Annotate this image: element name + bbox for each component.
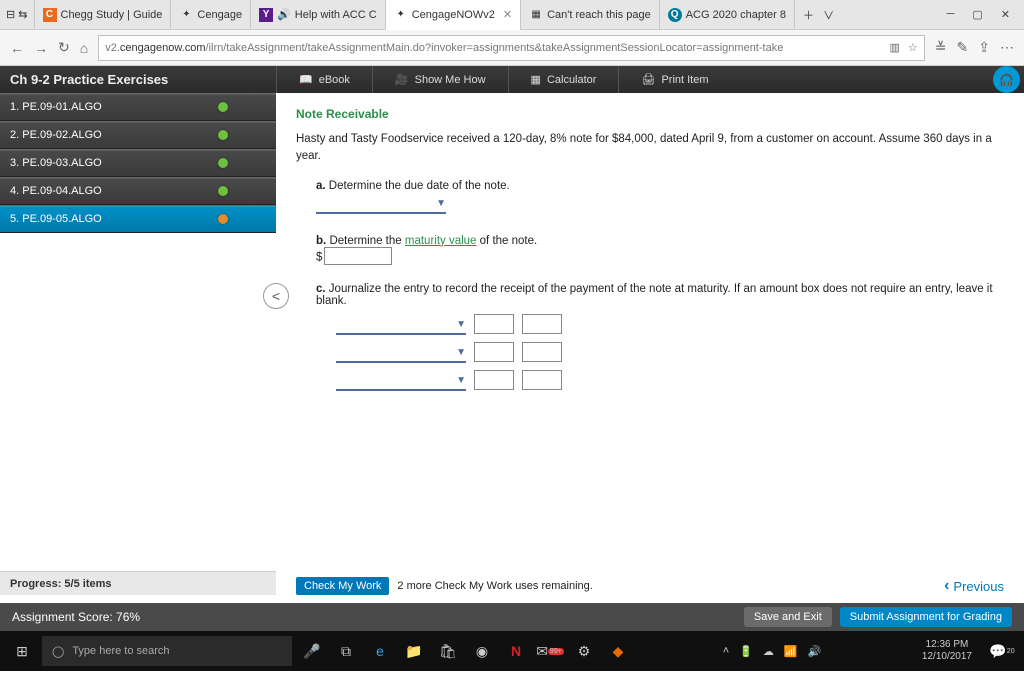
sidebar-item-5[interactable]: 5. PE.09-05.ALGO [0,205,276,233]
edge-icon[interactable]: e [366,637,394,665]
browser-tabs: ⊟ ⇆ CChegg Study | Guide ✦Cengage Y🔊Help… [0,0,1024,30]
journal-account-1[interactable] [336,317,466,335]
score-bar: Assignment Score: 76% Save and Exit Subm… [0,603,1024,631]
close-window-icon[interactable]: ✕ [1001,8,1010,21]
onedrive-icon[interactable]: ☁ [763,645,774,658]
question-intro: Hasty and Tasty Foodservice received a 1… [296,131,1004,166]
journal-debit-2[interactable] [474,342,514,362]
previous-button[interactable]: ‹Previous [944,577,1004,595]
part-a: a. Determine the due date of the note. [316,180,1004,217]
journal-credit-2[interactable] [522,342,562,362]
url-input[interactable]: v2.cengagenow.com/ilrn/takeAssignment/ta… [98,35,925,61]
sidebar-item-3[interactable]: 3. PE.09-03.ALGO [0,149,276,177]
notifications-icon[interactable]: 💬20 [988,637,1016,665]
maturity-value-input[interactable] [324,247,392,265]
part-c: c. Journalize the entry to record the re… [316,283,1004,391]
maximize-icon[interactable]: ▢ [972,8,982,21]
app-icon-1[interactable]: ◉ [468,637,496,665]
part-b: b. Determine the maturity value of the n… [316,235,1004,265]
battery-icon[interactable]: 🔋 [739,645,753,658]
tab-error[interactable]: ▦Can't reach this page [521,0,660,30]
ebook-button[interactable]: 📖eBook [276,66,372,93]
sidebar-item-1[interactable]: 1. PE.09-01.ALGO [0,93,276,121]
sidebar-item-2[interactable]: 2. PE.09-02.ALGO [0,121,276,149]
journal-debit-1[interactable] [474,314,514,334]
forward-icon[interactable]: → [34,40,48,56]
home-icon[interactable]: ⌂ [80,40,88,56]
progress-label: Progress: 5/5 items [0,571,276,595]
journal-account-3[interactable] [336,373,466,391]
search-icon: ◯ [52,645,64,658]
journal-account-2[interactable] [336,345,466,363]
tab-chegg[interactable]: CChegg Study | Guide [35,0,172,30]
start-icon[interactable]: ⊞ [8,637,36,665]
mail-icon[interactable]: ✉99+ [536,637,564,665]
maturity-value-term[interactable]: maturity value [405,235,477,247]
settings-icon[interactable]: ⚙ [570,637,598,665]
windows-taskbar: ⊞ ◯Type here to search 🎤 ⧉ e 📁 🛍 ◉ N ✉99… [0,631,1024,671]
question-title: Note Receivable [296,107,1004,121]
video-icon: 🎥 [395,73,409,86]
store-icon[interactable]: 🛍 [434,637,462,665]
show-me-how-button[interactable]: 🎥Show Me How [372,66,508,93]
journal-debit-3[interactable] [474,370,514,390]
sidebar-item-4[interactable]: 4. PE.09-04.ALGO [0,177,276,205]
tab-acg[interactable]: QACG 2020 chapter 8 [660,0,795,30]
book-icon: 📖 [299,73,313,86]
check-remaining-text: 2 more Check My Work uses remaining. [397,580,592,592]
assignment-header: Ch 9-2 Practice Exercises 📖eBook 🎥Show M… [0,66,1024,93]
audio-icon: 🔊 [277,8,291,21]
more-icon[interactable]: ⋯ [1000,39,1014,56]
wifi-icon[interactable]: 📶 [784,645,798,658]
netflix-icon[interactable]: N [502,637,530,665]
mic-icon[interactable]: 🎤 [298,637,326,665]
save-and-exit-button[interactable]: Save and Exit [744,607,832,627]
reader-icon[interactable]: ▥ [890,41,900,54]
notes-icon[interactable]: ✎ [957,39,969,56]
close-icon[interactable]: ✕ [503,8,512,21]
win-tab-icon[interactable]: ⊟ ⇆ [0,0,35,30]
journal-credit-3[interactable] [522,370,562,390]
taskview-icon[interactable]: ⧉ [332,637,360,665]
print-button[interactable]: 🖨Print Item [618,66,730,93]
tab-cengagenow[interactable]: ✦CengageNOWv2✕ [386,0,521,30]
print-icon: 🖨 [641,73,655,86]
due-date-dropdown[interactable] [316,196,446,214]
minimize-icon[interactable]: ─ [947,8,955,21]
explorer-icon[interactable]: 📁 [400,637,428,665]
check-my-work-button[interactable]: Check My Work [296,577,389,595]
question-content: < Note Receivable Hasty and Tasty Foodse… [276,93,1024,603]
tray-up-icon[interactable]: ˄ [723,645,729,657]
calc-icon: ▦ [531,73,541,86]
tab-help[interactable]: Y🔊Help with ACC C [251,0,386,30]
back-icon[interactable]: ← [10,40,24,56]
assignment-score: Assignment Score: 76% [12,610,140,624]
tab-cengage[interactable]: ✦Cengage [171,0,251,30]
help-icon[interactable]: 🎧 [993,66,1020,93]
submit-assignment-button[interactable]: Submit Assignment for Grading [840,607,1012,627]
address-bar-row: ← → ↻ ⌂ v2.cengagenow.com/ilrn/takeAssig… [0,30,1024,66]
star-icon[interactable]: ☆ [908,41,918,54]
question-sidebar: 1. PE.09-01.ALGO 2. PE.09-02.ALGO 3. PE.… [0,93,276,603]
new-tab-button[interactable]: ＋ ∨ [795,0,842,30]
journal-credit-1[interactable] [522,314,562,334]
volume-icon[interactable]: 🔊 [808,645,822,658]
favorites-icon[interactable]: ≚ [935,39,947,56]
taskbar-search[interactable]: ◯Type here to search [42,636,292,666]
refresh-icon[interactable]: ↻ [58,39,70,56]
taskbar-clock[interactable]: 12:36 PM12/10/2017 [912,639,982,663]
calculator-button[interactable]: ▦Calculator [508,66,619,93]
collapse-sidebar-button[interactable]: < [263,283,289,309]
share-icon[interactable]: ⇪ [978,39,990,56]
app-icon-2[interactable]: ◆ [604,637,632,665]
assignment-title: Ch 9-2 Practice Exercises [0,72,276,87]
